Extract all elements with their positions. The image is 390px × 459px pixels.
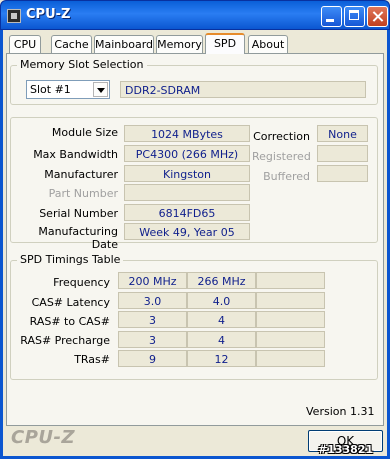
window-title: CPU-Z	[26, 7, 71, 22]
ras-precharge-col3	[256, 331, 325, 348]
tras-col3	[256, 350, 325, 367]
frequency-col3	[256, 272, 325, 289]
tab-memory[interactable]: Memory	[156, 35, 203, 53]
tras-col2: 12	[187, 350, 256, 367]
buffered-field	[317, 165, 368, 182]
part-number-label: Part Number	[48, 187, 118, 200]
ras-to-cas-label: RAS# to CAS#	[29, 315, 110, 328]
serial-number-label: Serial Number	[39, 207, 118, 220]
title-bar[interactable]: CPU-Z	[0, 0, 390, 30]
manufacturing-date-field: Week 49, Year 05	[124, 223, 250, 240]
slot-select-value: Slot #1	[30, 83, 71, 96]
ras-precharge-label: RAS# Precharge	[20, 334, 110, 347]
ras-precharge-col2: 4	[187, 331, 256, 348]
close-icon[interactable]	[367, 6, 388, 27]
max-bandwidth-field: PC4300 (266 MHz)	[124, 145, 250, 162]
cas-latency-label: CAS# Latency	[31, 296, 110, 309]
tab-mainboard[interactable]: Mainboard	[94, 35, 154, 53]
module-size-field: 1024 MBytes	[124, 125, 250, 142]
image-watermark: #133821	[318, 443, 374, 456]
tab-about[interactable]: About	[248, 35, 288, 53]
memory-slot-selection-legend: Memory Slot Selection	[17, 58, 147, 71]
tras-col1: 9	[118, 350, 187, 367]
manufacturer-label: Manufacturer	[44, 168, 118, 181]
maximize-icon[interactable]	[344, 6, 365, 27]
module-type-field: DDR2-SDRAM	[120, 81, 366, 98]
tab-cache[interactable]: Cache	[51, 35, 92, 53]
correction-field: None	[317, 125, 368, 142]
tab-cpu[interactable]: CPU	[9, 35, 41, 53]
minimize-icon[interactable]	[321, 6, 342, 27]
cpuz-brand-logo: CPU-Z	[11, 427, 76, 448]
frequency-label: Frequency	[53, 276, 110, 289]
slot-select[interactable]: Slot #1	[26, 80, 110, 99]
serial-number-field: 6814FD65	[124, 204, 250, 221]
module-size-label: Module Size	[51, 126, 118, 139]
tab-spd[interactable]: SPD	[205, 33, 245, 54]
version-label: Version 1.31	[306, 405, 375, 418]
tras-label: TRas#	[74, 353, 110, 366]
cas-latency-col1: 3.0	[118, 292, 187, 309]
max-bandwidth-label: Max Bandwidth	[33, 148, 118, 161]
registered-label: Registered	[252, 150, 311, 163]
ras-precharge-col1: 3	[118, 331, 187, 348]
cpuz-app-icon[interactable]	[7, 9, 21, 23]
part-number-field	[124, 184, 250, 201]
frequency-col2: 266 MHz	[187, 272, 256, 289]
manufacturing-date-label: Manufacturing Date	[38, 225, 118, 251]
ras-to-cas-col1: 3	[118, 311, 187, 328]
frequency-col1: 200 MHz	[118, 272, 187, 289]
cas-latency-col2: 4.0	[187, 292, 256, 309]
buffered-label: Buffered	[263, 170, 310, 183]
ras-to-cas-col2: 4	[187, 311, 256, 328]
chevron-down-icon[interactable]	[93, 82, 108, 97]
cas-latency-col3	[256, 292, 325, 309]
ras-to-cas-col3	[256, 311, 325, 328]
correction-label: Correction	[253, 130, 310, 143]
manufacturer-field: Kingston	[124, 165, 250, 182]
spd-timings-legend: SPD Timings Table	[17, 253, 124, 266]
registered-field	[317, 145, 368, 162]
window-frame-left	[0, 30, 3, 459]
